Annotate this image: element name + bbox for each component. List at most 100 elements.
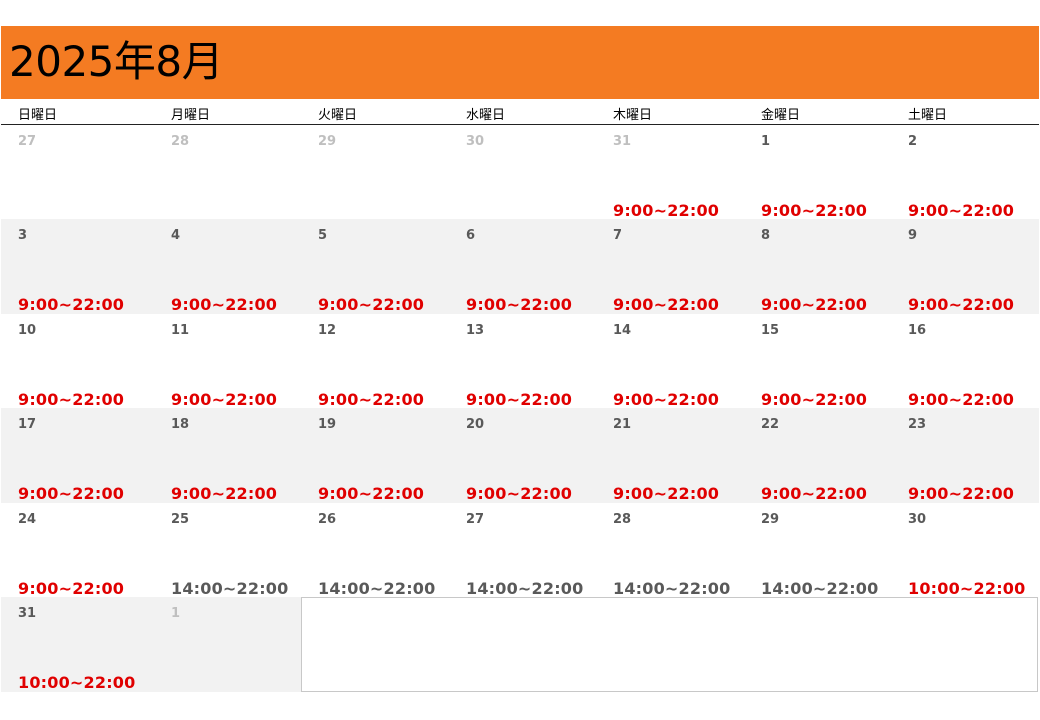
day-cell[interactable]: 23 9:00~22:00 — [908, 408, 1040, 503]
day-number: 18 — [171, 417, 190, 432]
calendar: 2025年8月 日曜日 月曜日 火曜日 水曜日 木曜日 金曜日 土曜日 27 28… — [0, 0, 1040, 720]
opening-hours: 9:00~22:00 — [908, 201, 1015, 220]
opening-hours: 9:00~22:00 — [18, 390, 125, 409]
day-cell[interactable]: 18 9:00~22:00 — [171, 408, 311, 503]
day-number: 27 — [466, 512, 485, 527]
opening-hours: 9:00~22:00 — [761, 390, 868, 409]
opening-hours: 9:00~22:00 — [466, 295, 573, 314]
day-cell[interactable]: 1 9:00~22:00 — [761, 125, 901, 220]
day-cell[interactable]: 1 — [171, 597, 311, 692]
opening-hours: 9:00~22:00 — [318, 295, 425, 314]
day-cell[interactable]: 24 9:00~22:00 — [18, 503, 158, 598]
day-cell[interactable]: 12 9:00~22:00 — [318, 314, 458, 409]
opening-hours: 9:00~22:00 — [613, 484, 720, 503]
day-number: 29 — [761, 512, 780, 527]
weekday-saturday: 土曜日 — [908, 108, 948, 123]
day-number: 15 — [761, 323, 780, 338]
day-cell[interactable]: 28 — [171, 125, 311, 220]
day-cell[interactable]: 28 14:00~22:00 — [613, 503, 753, 598]
opening-hours: 10:00~22:00 — [18, 673, 136, 692]
opening-hours: 9:00~22:00 — [613, 295, 720, 314]
day-number: 28 — [171, 134, 190, 149]
day-cell[interactable]: 4 9:00~22:00 — [171, 219, 311, 314]
day-number: 21 — [613, 417, 632, 432]
day-number: 9 — [908, 228, 918, 243]
day-cell[interactable]: 9 9:00~22:00 — [908, 219, 1040, 314]
day-cell[interactable]: 22 9:00~22:00 — [761, 408, 901, 503]
opening-hours: 9:00~22:00 — [171, 390, 278, 409]
weekday-monday: 月曜日 — [171, 108, 211, 123]
empty-trailing-area — [301, 597, 1038, 692]
day-number: 5 — [318, 228, 328, 243]
weekday-friday: 金曜日 — [761, 108, 801, 123]
day-cell[interactable]: 7 9:00~22:00 — [613, 219, 753, 314]
week-row: 17 9:00~22:00 18 9:00~22:00 19 9:00~22:00 20 9:… — [1, 408, 1039, 503]
day-cell[interactable]: 5 9:00~22:00 — [318, 219, 458, 314]
day-cell[interactable]: 29 14:00~22:00 — [761, 503, 901, 598]
opening-hours: 9:00~22:00 — [761, 484, 868, 503]
day-number: 3 — [18, 228, 28, 243]
day-cell[interactable]: 25 14:00~22:00 — [171, 503, 311, 598]
opening-hours: 9:00~22:00 — [466, 484, 573, 503]
opening-hours: 14:00~22:00 — [613, 579, 731, 598]
opening-hours: 9:00~22:00 — [908, 390, 1015, 409]
weekday-thursday: 木曜日 — [613, 108, 653, 123]
day-number: 17 — [18, 417, 37, 432]
week-row: 24 9:00~22:00 25 14:00~22:00 26 14:00~22:00 27… — [1, 503, 1039, 598]
day-cell[interactable]: 26 14:00~22:00 — [318, 503, 458, 598]
day-number: 2 — [908, 134, 918, 149]
day-number: 12 — [318, 323, 337, 338]
day-number: 30 — [908, 512, 927, 527]
day-cell[interactable]: 17 9:00~22:00 — [18, 408, 158, 503]
day-cell[interactable]: 20 9:00~22:00 — [466, 408, 606, 503]
day-number: 11 — [171, 323, 190, 338]
opening-hours: 9:00~22:00 — [761, 295, 868, 314]
weekday-header-row: 日曜日 月曜日 火曜日 水曜日 木曜日 金曜日 土曜日 — [1, 99, 1039, 125]
day-cell[interactable]: 30 — [466, 125, 606, 220]
day-number: 4 — [171, 228, 181, 243]
day-number: 8 — [761, 228, 771, 243]
weekday-wednesday: 水曜日 — [466, 108, 506, 123]
day-cell[interactable]: 10 9:00~22:00 — [18, 314, 158, 409]
week-row: 31 10:00~22:00 1 — [1, 597, 301, 692]
day-cell[interactable]: 27 14:00~22:00 — [466, 503, 606, 598]
day-cell[interactable]: 13 9:00~22:00 — [466, 314, 606, 409]
opening-hours: 9:00~22:00 — [466, 390, 573, 409]
day-cell[interactable]: 31 9:00~22:00 — [613, 125, 753, 220]
day-cell[interactable]: 27 — [18, 125, 158, 220]
day-number: 31 — [18, 606, 37, 621]
opening-hours: 9:00~22:00 — [318, 484, 425, 503]
day-cell[interactable]: 16 9:00~22:00 — [908, 314, 1040, 409]
week-row: 10 9:00~22:00 11 9:00~22:00 12 9:00~22:00 13 9:… — [1, 314, 1039, 409]
day-cell[interactable]: 6 9:00~22:00 — [466, 219, 606, 314]
day-number: 6 — [466, 228, 476, 243]
week-row: 3 9:00~22:00 4 9:00~22:00 5 9:00~22:00 6 9:00~2… — [1, 219, 1039, 314]
opening-hours: 9:00~22:00 — [908, 484, 1015, 503]
opening-hours: 14:00~22:00 — [466, 579, 584, 598]
week-row: 27 28 29 30 31 9:00~22:00 1 9:00~22:00 2 9:00~22:… — [1, 125, 1039, 220]
opening-hours: 14:00~22:00 — [318, 579, 436, 598]
opening-hours: 9:00~22:00 — [18, 484, 125, 503]
day-number: 1 — [761, 134, 771, 149]
day-cell[interactable]: 31 10:00~22:00 — [18, 597, 158, 692]
day-cell[interactable]: 2 9:00~22:00 — [908, 125, 1040, 220]
day-cell[interactable]: 15 9:00~22:00 — [761, 314, 901, 409]
opening-hours: 14:00~22:00 — [171, 579, 289, 598]
day-cell[interactable]: 19 9:00~22:00 — [318, 408, 458, 503]
day-number: 26 — [318, 512, 337, 527]
day-number: 30 — [466, 134, 485, 149]
day-cell[interactable]: 3 9:00~22:00 — [18, 219, 158, 314]
day-cell[interactable]: 29 — [318, 125, 458, 220]
opening-hours: 9:00~22:00 — [613, 390, 720, 409]
opening-hours: 9:00~22:00 — [18, 295, 125, 314]
day-cell[interactable]: 21 9:00~22:00 — [613, 408, 753, 503]
day-cell[interactable]: 8 9:00~22:00 — [761, 219, 901, 314]
weekday-sunday: 日曜日 — [18, 108, 58, 123]
day-number: 13 — [466, 323, 485, 338]
day-number: 20 — [466, 417, 485, 432]
weekday-tuesday: 火曜日 — [318, 108, 358, 123]
day-cell[interactable]: 30 10:00~22:00 — [908, 503, 1040, 598]
day-number: 24 — [18, 512, 37, 527]
day-cell[interactable]: 11 9:00~22:00 — [171, 314, 311, 409]
day-cell[interactable]: 14 9:00~22:00 — [613, 314, 753, 409]
